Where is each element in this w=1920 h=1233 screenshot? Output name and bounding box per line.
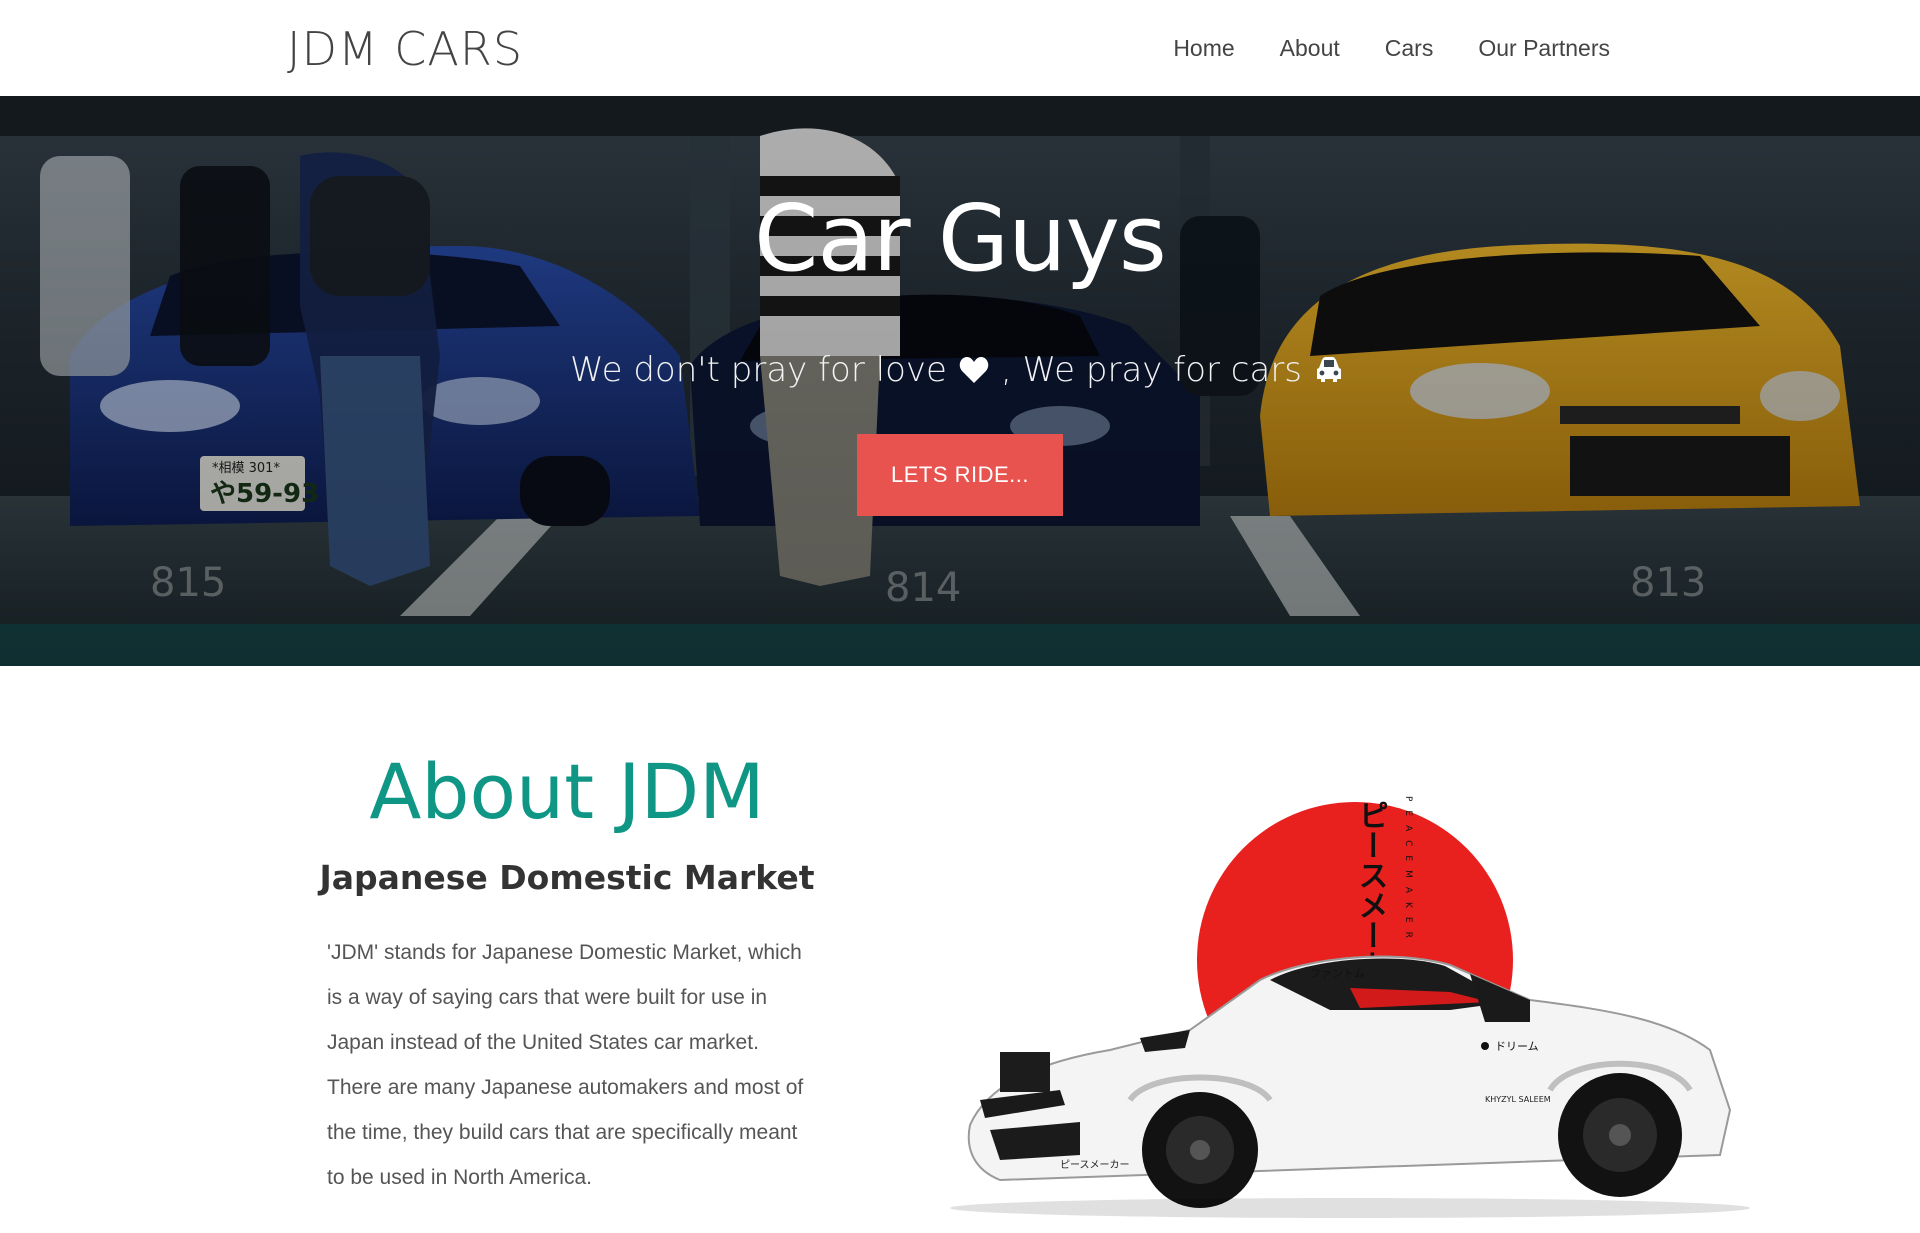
nav-links: Home About Cars Our Partners — [1173, 30, 1610, 66]
hood-text: ファントム — [1310, 967, 1365, 980]
bumper-text: ピースメーカー — [1060, 1159, 1130, 1171]
door-text: ドリーム — [1495, 1040, 1539, 1053]
about-body-text: 'JDM' stands for Japanese Domestic Marke… — [327, 941, 804, 1189]
hero-title: Car Guys — [754, 185, 1167, 292]
top-navbar: JDM CARS Home About Cars Our Partners — [0, 0, 1920, 96]
about-subtitle: Japanese Domestic Market — [319, 858, 815, 897]
about-section: About JDM Japanese Domestic Market 'JDM'… — [0, 666, 1920, 1233]
nav-link-our-partners[interactable]: Our Partners — [1478, 30, 1610, 66]
svg-text:KHYZYL SALEEM: KHYZYL SALEEM — [1485, 1095, 1551, 1104]
about-title: About JDM — [369, 747, 765, 836]
hero-subtitle: We don't pray for love , We pray for car… — [0, 348, 1920, 392]
hero-subtitle-part1: We don't pray for love — [569, 350, 947, 390]
hero-subtitle-part2: , We pray for cars — [1000, 350, 1303, 390]
brand-logo[interactable]: JDM CARS — [287, 20, 523, 78]
hero-content: Car Guys We don't pray for love , We pra… — [0, 96, 1920, 666]
lets-ride-button[interactable]: LETS RIDE... — [857, 434, 1063, 516]
heart-icon — [957, 353, 991, 387]
hero-section: 815 814 813 *相模 301* や59-93 — [0, 96, 1920, 666]
car-icon — [1312, 353, 1346, 387]
svg-text:PEACEMAKER: PEACEMAKER — [1403, 796, 1413, 947]
nav-link-home[interactable]: Home — [1173, 30, 1234, 66]
nav-link-about[interactable]: About — [1280, 30, 1340, 66]
jdm-car-illustration: ピースメーカー PEACEMAKER ファントム ドリーム KHYZYL SAL… — [950, 796, 1750, 1218]
nav-link-cars[interactable]: Cars — [1385, 30, 1434, 66]
